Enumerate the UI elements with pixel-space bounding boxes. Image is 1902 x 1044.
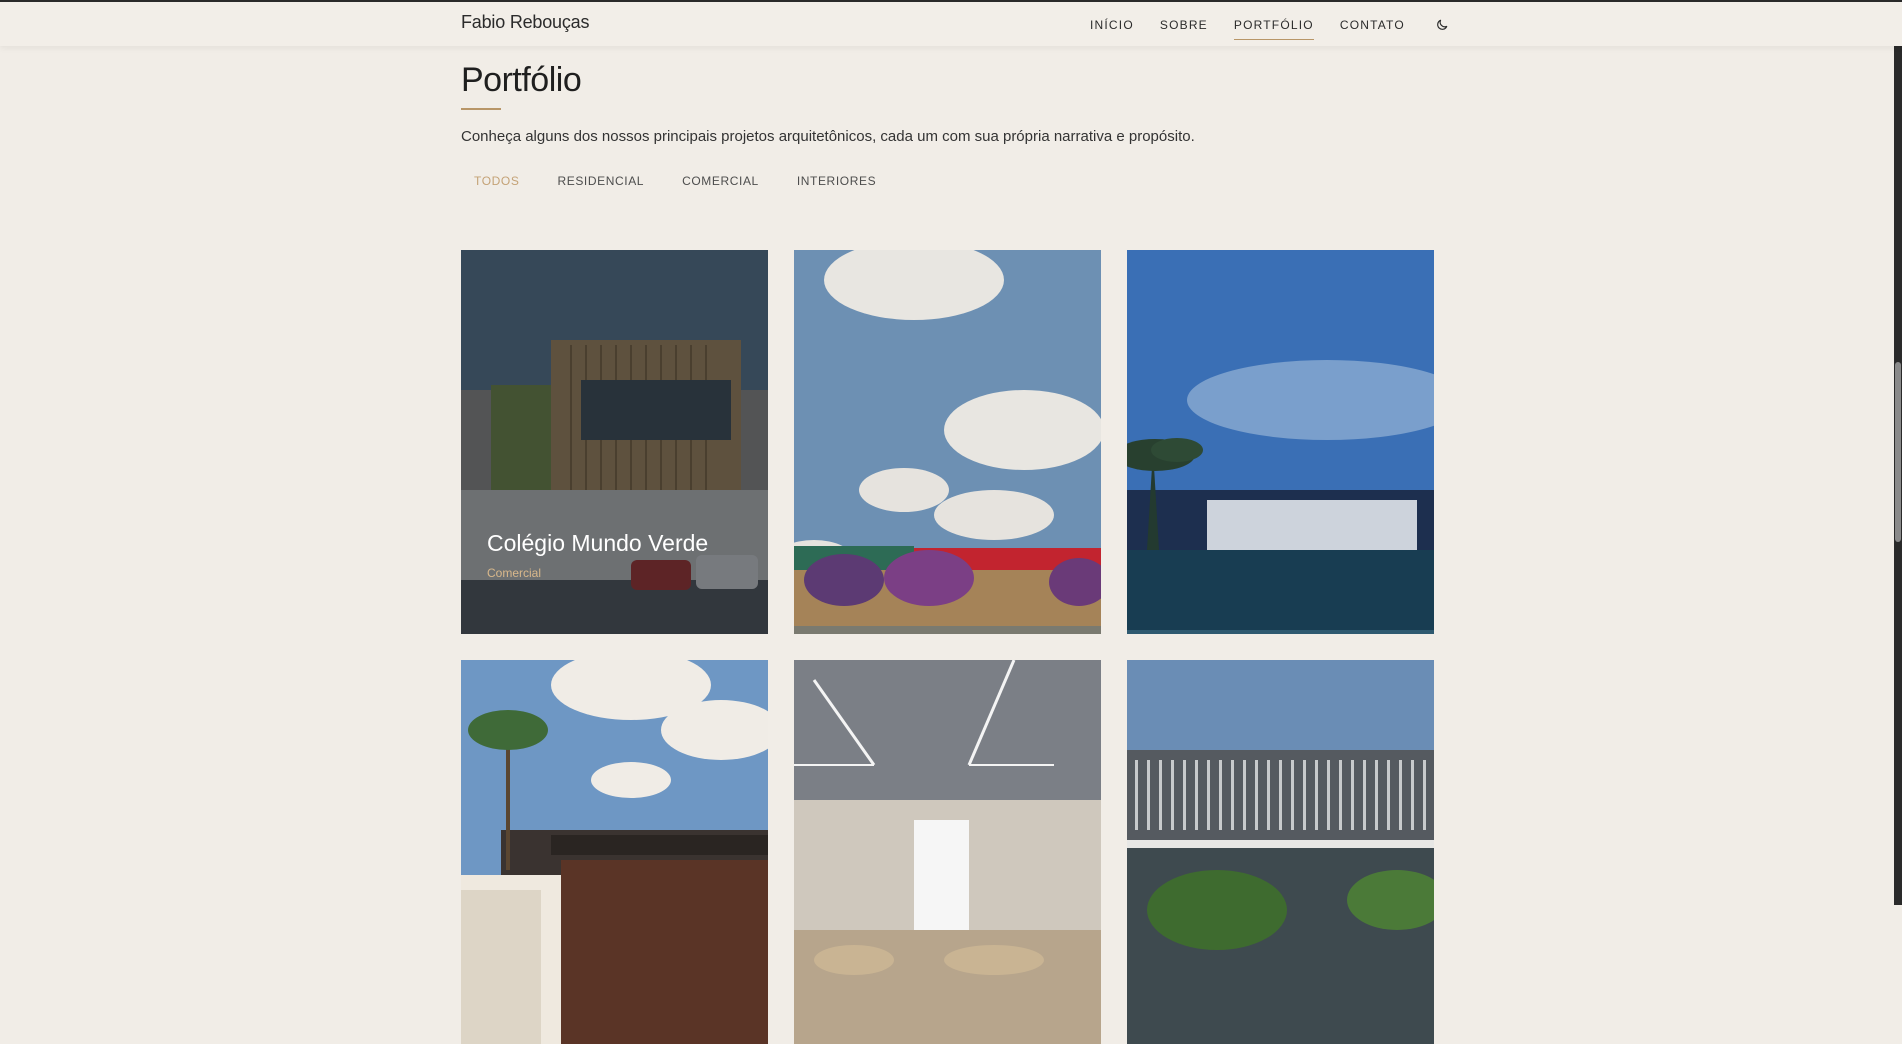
- intro-text: Conheça alguns dos nossos principais pro…: [461, 128, 1195, 145]
- scrollbar[interactable]: [1894, 0, 1902, 905]
- nav-item-inicio[interactable]: INÍCIO: [1090, 18, 1134, 32]
- project-image: [794, 250, 1101, 634]
- theme-toggle-button[interactable]: [1433, 16, 1451, 34]
- nav-item-portfolio[interactable]: PORTFÓLIO: [1233, 18, 1314, 40]
- nav-item-sobre[interactable]: SOBRE: [1160, 18, 1208, 32]
- brand-logo[interactable]: Fabio Rebouças: [461, 12, 589, 33]
- filter-tabs: TODOS RESIDENCIAL COMERCIAL INTERIORES: [461, 171, 1434, 191]
- project-image: [1127, 250, 1434, 634]
- title-underline: [461, 108, 501, 110]
- filter-interiores[interactable]: INTERIORES: [784, 171, 889, 191]
- filter-todos[interactable]: TODOS: [461, 171, 532, 191]
- nav-item-contato[interactable]: CONTATO: [1340, 18, 1405, 32]
- page-title: Portfólio: [461, 61, 582, 99]
- card-title: Colégio Mundo Verde: [487, 530, 709, 556]
- filter-residencial[interactable]: RESIDENCIAL: [544, 171, 657, 191]
- main-nav: INÍCIO SOBRE PORTFÓLIO CONTATO: [1090, 16, 1451, 40]
- project-image: [794, 660, 1101, 1044]
- project-image: [1127, 660, 1434, 1044]
- portfolio-section: Portfólio Conheça alguns dos nossos prin…: [461, 58, 1434, 191]
- portfolio-card[interactable]: Colégio Mundo Verde Comercial: [461, 250, 768, 634]
- filter-comercial[interactable]: COMERCIAL: [669, 171, 772, 191]
- project-image: [461, 660, 768, 1044]
- scrollbar-thumb[interactable]: [1895, 362, 1901, 542]
- portfolio-grid: Colégio Mundo Verde Comercial: [461, 250, 1434, 1044]
- portfolio-card[interactable]: [794, 660, 1101, 1044]
- portfolio-card[interactable]: [1127, 660, 1434, 1044]
- navbar: Fabio Rebouças INÍCIO SOBRE PORTFÓLIO CO…: [0, 2, 1902, 46]
- portfolio-card[interactable]: [1127, 250, 1434, 634]
- portfolio-card[interactable]: [794, 250, 1101, 634]
- card-category: Comercial: [487, 566, 542, 580]
- moon-icon: [1437, 19, 1448, 30]
- portfolio-card[interactable]: [461, 660, 768, 1044]
